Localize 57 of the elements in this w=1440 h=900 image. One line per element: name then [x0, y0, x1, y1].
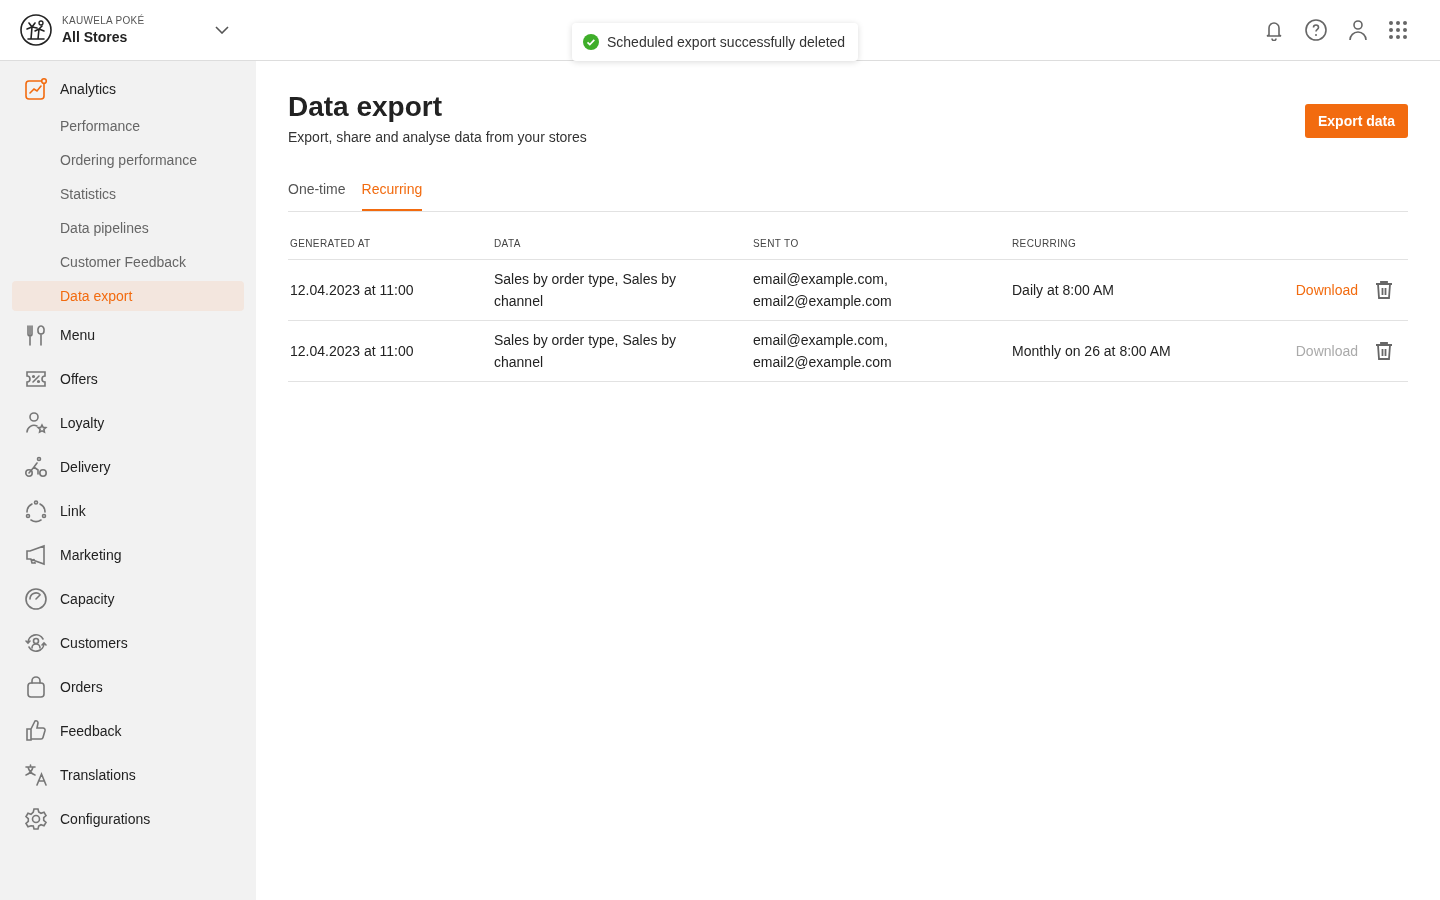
person-cycle-icon	[24, 631, 48, 655]
sidebar-item[interactable]: Marketing	[12, 533, 244, 577]
sidebar-subitem[interactable]: Customer Feedback	[12, 245, 244, 279]
table-cell: Daily at 8:00 AM	[1012, 282, 1114, 298]
sidebar-item[interactable]: Orders	[12, 665, 244, 709]
sidebar-subitem[interactable]: Performance	[12, 109, 244, 143]
dots-circle-icon	[24, 499, 48, 523]
sidebar-item[interactable]: Delivery	[12, 445, 244, 489]
table-cell-text: Sales by order type, Sales by channel	[494, 270, 678, 311]
sidebar-subitem[interactable]: Statistics	[12, 177, 244, 211]
trash-icon[interactable]	[1374, 280, 1394, 300]
gauge-icon	[24, 587, 48, 611]
fork-spoon-icon	[24, 323, 48, 347]
app-grid-icon[interactable]	[1388, 20, 1408, 40]
person-star-icon	[24, 411, 48, 435]
tab[interactable]: One-time	[288, 181, 346, 211]
column-header: DATA	[494, 238, 521, 249]
settings-icon	[24, 807, 48, 831]
column-header: SENT TO	[753, 238, 799, 249]
check-circle-icon	[583, 34, 599, 50]
sidebar-subitem[interactable]: Data pipelines	[12, 211, 244, 245]
notification-bell-icon[interactable]	[1264, 19, 1284, 41]
sidebar-item[interactable]: Loyalty	[12, 401, 244, 445]
page-title: Data export	[288, 91, 444, 123]
chevron-down-icon[interactable]	[215, 26, 229, 34]
sidebar-item[interactable]: Customers	[12, 621, 244, 665]
palm-tree-logo-icon	[20, 14, 52, 46]
sidebar-item[interactable]: Feedback	[12, 709, 244, 753]
column-header: RECURRING	[1012, 238, 1077, 249]
sidebar-item[interactable]: Link	[12, 489, 244, 533]
trash-icon[interactable]	[1374, 341, 1394, 361]
thumbs-up-icon	[24, 719, 48, 743]
sidebar-item[interactable]: Configurations	[12, 797, 244, 841]
sidebar-item[interactable]: Analytics	[12, 73, 244, 105]
sidebar-item[interactable]: Offers	[12, 357, 244, 401]
store-name: All Stores	[62, 29, 129, 45]
user-icon[interactable]	[1348, 19, 1368, 41]
page-subtitle: Export, share and analyse data from your stores	[288, 129, 587, 145]
sidebar-subitem[interactable]: Ordering performance	[12, 143, 244, 177]
column-header: GENERATED AT	[290, 238, 371, 249]
help-icon[interactable]	[1304, 18, 1328, 42]
table-cell-text: Sales by order type, Sales by channel	[494, 331, 678, 372]
bag-icon	[24, 675, 48, 699]
sidebar-item[interactable]: Menu	[12, 313, 244, 357]
sidebar-item[interactable]: Capacity	[12, 577, 244, 621]
table-cell-text: email@example.com, email2@example.com	[753, 270, 893, 311]
bicycle-icon	[24, 455, 48, 479]
table-cell: 12.04.2023 at 11:00	[290, 282, 414, 298]
table-cell: Monthly on 26 at 8:00 AM	[1012, 343, 1171, 359]
megaphone-icon	[24, 543, 48, 567]
table-cell: 12.04.2023 at 11:00	[290, 343, 414, 359]
chart-icon	[24, 77, 48, 101]
brand-name: KAUWELA POKÉ	[62, 15, 146, 26]
table-cell-text: email@example.com, email2@example.com	[753, 331, 893, 372]
toast-message: Scheduled export successfully deleted	[607, 34, 846, 50]
sidebar-item[interactable]: Translations	[12, 753, 244, 797]
translate-icon	[24, 763, 48, 787]
